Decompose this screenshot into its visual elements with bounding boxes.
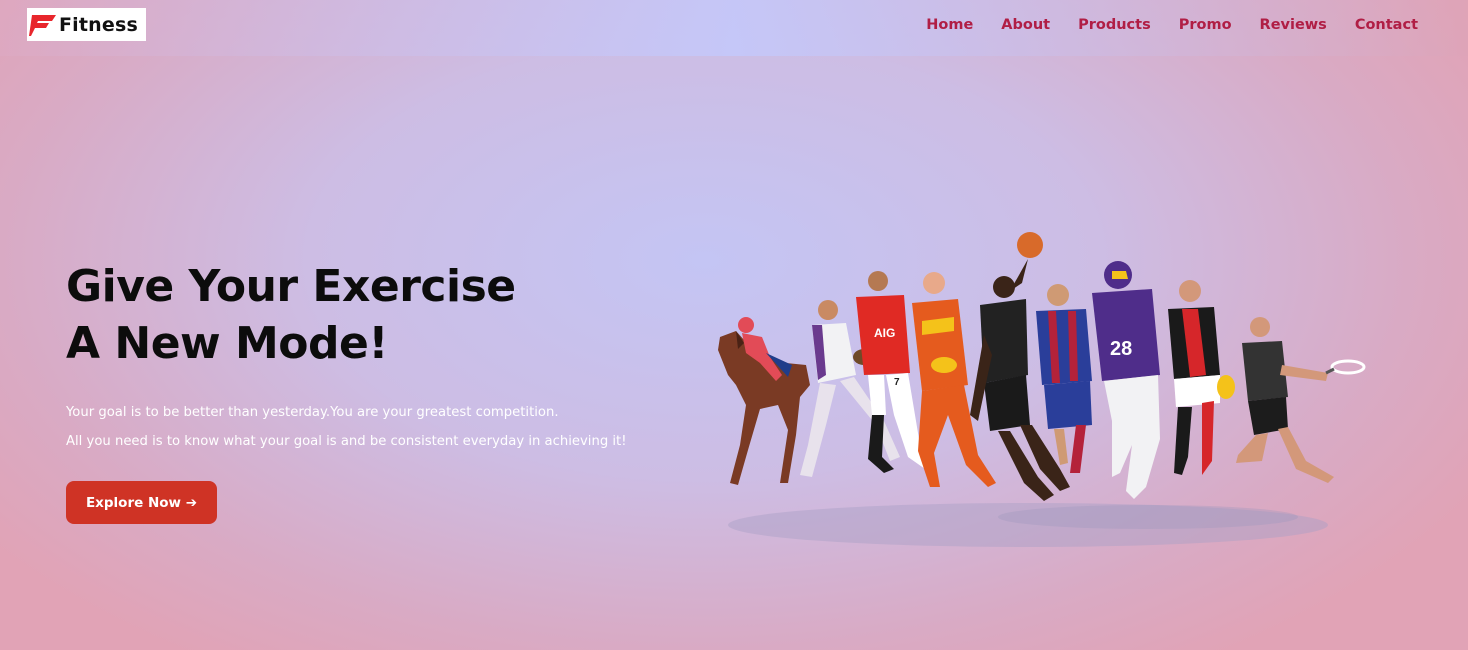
navbar: Fitness Home About Products Promo Review… (0, 0, 1468, 56)
hero-title-line-1: Give Your Exercise (66, 261, 516, 312)
main-nav: Home About Products Promo Reviews Contac… (926, 17, 1418, 33)
horse-jockey-figure (718, 317, 810, 485)
brand-logo[interactable]: Fitness (27, 8, 146, 41)
american-football-player: 28 (1092, 261, 1160, 499)
fitness-f-logo-icon (29, 14, 56, 36)
tennis-player (1236, 317, 1366, 483)
nav-about-link[interactable]: About (1001, 17, 1050, 33)
hero-description-line-1: Your goal is to be better than yesterday… (66, 405, 559, 420)
nav-home-link[interactable]: Home (926, 17, 973, 33)
jersey-label-28: 28 (1110, 338, 1132, 360)
afl-player-black (1168, 280, 1235, 475)
nav-products-link[interactable]: Products (1078, 17, 1151, 33)
hero-title: Give Your Exercise A New Mode! (66, 258, 516, 372)
jersey-label-7: 7 (894, 377, 900, 388)
nav-reviews-link[interactable]: Reviews (1260, 17, 1327, 33)
hero-title-line-2: A New Mode! (66, 318, 388, 369)
nav-promo-link[interactable]: Promo (1179, 17, 1232, 33)
sports-athletes-image: AIG 7 28 (718, 232, 1366, 547)
explore-now-button[interactable]: Explore Now ➔ (66, 481, 217, 524)
brand-name: Fitness (59, 13, 139, 36)
jersey-label-aig: AIG (874, 326, 895, 340)
hero-description-line-2: All you need is to know what your goal i… (66, 434, 627, 449)
hero-description: Your goal is to be better than yesterday… (66, 398, 627, 456)
ground-shadow-2 (998, 505, 1298, 529)
nav-contact-link[interactable]: Contact (1355, 17, 1418, 33)
